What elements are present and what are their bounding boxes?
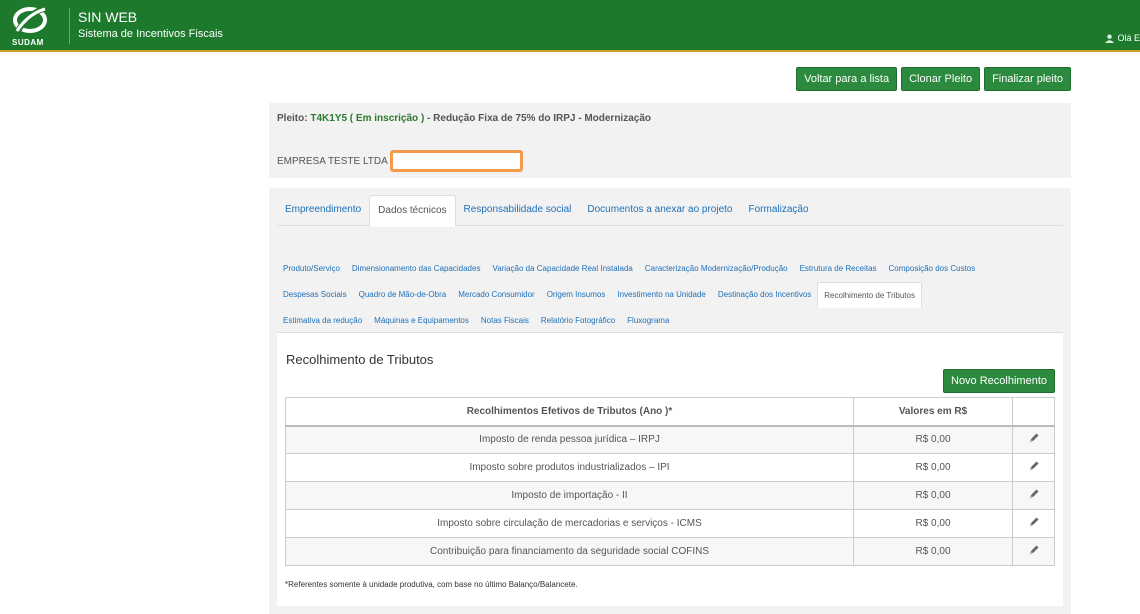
logo-text: SUDAM bbox=[12, 38, 44, 47]
app-subtitle: Sistema de Incentivos Fiscais bbox=[78, 28, 223, 40]
tributos-table: Recolhimentos Efetivos de Tributos (Ano … bbox=[285, 397, 1055, 566]
subtab-composicao-custos[interactable]: Composição dos Custos bbox=[883, 256, 982, 282]
top-header: SUDAM SIN WEB Sistema de Incentivos Fisc… bbox=[0, 0, 1140, 52]
user-icon bbox=[1105, 33, 1115, 43]
pleito-label: Pleito: bbox=[277, 113, 308, 124]
pencil-icon[interactable] bbox=[1028, 460, 1040, 472]
pencil-icon[interactable] bbox=[1028, 544, 1040, 556]
main-tabs: Empreendimento Dados técnicos Responsabi… bbox=[277, 195, 1063, 227]
subtab-maquinas-equipamentos[interactable]: Máquinas e Equipamentos bbox=[368, 308, 475, 334]
logo-icon bbox=[13, 5, 47, 33]
valor-cell: R$ 0,00 bbox=[853, 481, 1013, 510]
footnote: *Referentes somente à unidade produtiva,… bbox=[285, 580, 578, 589]
tab-documentos[interactable]: Documentos a anexar ao projeto bbox=[579, 195, 740, 226]
subtab-relatorio-fotografico[interactable]: Relatório Fotográfico bbox=[535, 308, 621, 334]
tab-content: Recolhimento de Tributos Novo Recolhimen… bbox=[277, 333, 1063, 606]
valor-cell: R$ 0,00 bbox=[853, 425, 1013, 454]
table-row: Imposto de importação - II R$ 0,00 bbox=[285, 481, 1055, 510]
subtab-caracterizacao[interactable]: Caracterização Modernização/Produção bbox=[639, 256, 794, 282]
subtab-row: Produto/Serviço Dimensionamento das Capa… bbox=[277, 256, 1063, 282]
subtab-variacao-capacidade[interactable]: Variação da Capacidade Real Instalada bbox=[486, 256, 638, 282]
valor-cell: R$ 0,00 bbox=[853, 537, 1013, 566]
user-menu[interactable]: Olá E bbox=[1105, 33, 1140, 43]
subtab-fluxograma[interactable]: Fluxograma bbox=[621, 308, 675, 334]
tab-dados-tecnicos[interactable]: Dados técnicos bbox=[369, 195, 456, 227]
tabs-panel: Empreendimento Dados técnicos Responsabi… bbox=[269, 188, 1071, 614]
redacted-cnpj-box bbox=[390, 150, 523, 172]
tributo-cell: Imposto de renda pessoa jurídica – IRPJ bbox=[285, 425, 854, 454]
pencil-icon[interactable] bbox=[1028, 432, 1040, 444]
edit-cell bbox=[1012, 537, 1055, 566]
pencil-icon[interactable] bbox=[1028, 516, 1040, 528]
table-header-row: Recolhimentos Efetivos de Tributos (Ano … bbox=[285, 397, 1055, 427]
edit-cell bbox=[1012, 481, 1055, 510]
action-bar: Voltar para a lista Clonar Pleito Finali… bbox=[796, 67, 1071, 91]
edit-cell bbox=[1012, 453, 1055, 482]
tab-responsabilidade-social[interactable]: Responsabilidade social bbox=[456, 195, 580, 226]
novo-recolhimento-button[interactable]: Novo Recolhimento bbox=[943, 369, 1055, 393]
pleito-code: T4K1Y5 ( Em inscrição ) bbox=[310, 113, 425, 124]
edit-cell bbox=[1012, 509, 1055, 538]
subtab-investimento-unidade[interactable]: Investimento na Unidade bbox=[611, 282, 712, 308]
table-row: Imposto sobre produtos industrializados … bbox=[285, 453, 1055, 482]
subtab-notas-fiscais[interactable]: Notas Fiscais bbox=[475, 308, 535, 334]
tributo-cell: Contribuição para financiamento da segur… bbox=[285, 537, 854, 566]
company-name: EMPRESA TESTE LTDA bbox=[277, 156, 388, 167]
subtab-estrutura-receitas[interactable]: Estrutura de Receitas bbox=[794, 256, 883, 282]
subtab-produto-servico[interactable]: Produto/Serviço bbox=[277, 256, 346, 282]
pencil-icon[interactable] bbox=[1028, 488, 1040, 500]
valor-cell: R$ 0,00 bbox=[853, 509, 1013, 538]
clone-pleito-button[interactable]: Clonar Pleito bbox=[901, 67, 981, 91]
pleito-line: Pleito: T4K1Y5 ( Em inscrição ) - Reduçã… bbox=[277, 113, 651, 124]
column-header-actions bbox=[1012, 397, 1055, 427]
table-row: Imposto de renda pessoa jurídica – IRPJ … bbox=[285, 425, 1055, 454]
edit-cell bbox=[1012, 425, 1055, 454]
subtab-despesas-sociais[interactable]: Despesas Sociais bbox=[277, 282, 353, 308]
subtab-dimensionamento[interactable]: Dimensionamento das Capacidades bbox=[346, 256, 487, 282]
subtab-origem-insumos[interactable]: Origem Insumos bbox=[541, 282, 612, 308]
column-header-valor: Valores em R$ bbox=[853, 397, 1013, 427]
table-row: Imposto sobre circulação de mercadorias … bbox=[285, 509, 1055, 538]
subtab-quadro-mao-de-obra[interactable]: Quadro de Mão-de-Obra bbox=[353, 282, 453, 308]
subtab-recolhimento-tributos[interactable]: Recolhimento de Tributos bbox=[817, 282, 922, 308]
subtab-destinacao-incentivos[interactable]: Destinação dos Incentivos bbox=[712, 282, 817, 308]
section-title: Recolhimento de Tributos bbox=[286, 352, 434, 367]
finish-pleito-button[interactable]: Finalizar pleito bbox=[984, 67, 1071, 91]
tab-formalizacao[interactable]: Formalização bbox=[740, 195, 816, 226]
tributo-cell: Imposto sobre produtos industrializados … bbox=[285, 453, 854, 482]
back-to-list-button[interactable]: Voltar para a lista bbox=[796, 67, 898, 91]
tributo-cell: Imposto de importação - II bbox=[285, 481, 854, 510]
tributo-cell: Imposto sobre circulação de mercadorias … bbox=[285, 509, 854, 538]
subtab-row: Despesas Sociais Quadro de Mão-de-Obra M… bbox=[277, 282, 1063, 308]
subtab-mercado-consumidor[interactable]: Mercado Consumidor bbox=[452, 282, 540, 308]
tab-empreendimento[interactable]: Empreendimento bbox=[277, 195, 369, 226]
pleito-description: - Redução Fixa de 75% do IRPJ - Moderniz… bbox=[424, 113, 651, 124]
valor-cell: R$ 0,00 bbox=[853, 453, 1013, 482]
user-greeting: Olá E bbox=[1117, 33, 1140, 43]
app-title[interactable]: SIN WEB bbox=[78, 9, 137, 25]
brand-divider bbox=[69, 8, 70, 44]
pleito-info-panel: Pleito: T4K1Y5 ( Em inscrição ) - Reduçã… bbox=[269, 103, 1071, 178]
sub-tabs: Produto/Serviço Dimensionamento das Capa… bbox=[277, 256, 1063, 334]
table-row: Contribuição para financiamento da segur… bbox=[285, 537, 1055, 566]
column-header-tributo: Recolhimentos Efetivos de Tributos (Ano … bbox=[285, 397, 854, 427]
subtab-estimativa-reducao[interactable]: Estimativa da redução bbox=[277, 308, 368, 334]
subtab-row: Estimativa da redução Máquinas e Equipam… bbox=[277, 308, 1063, 334]
